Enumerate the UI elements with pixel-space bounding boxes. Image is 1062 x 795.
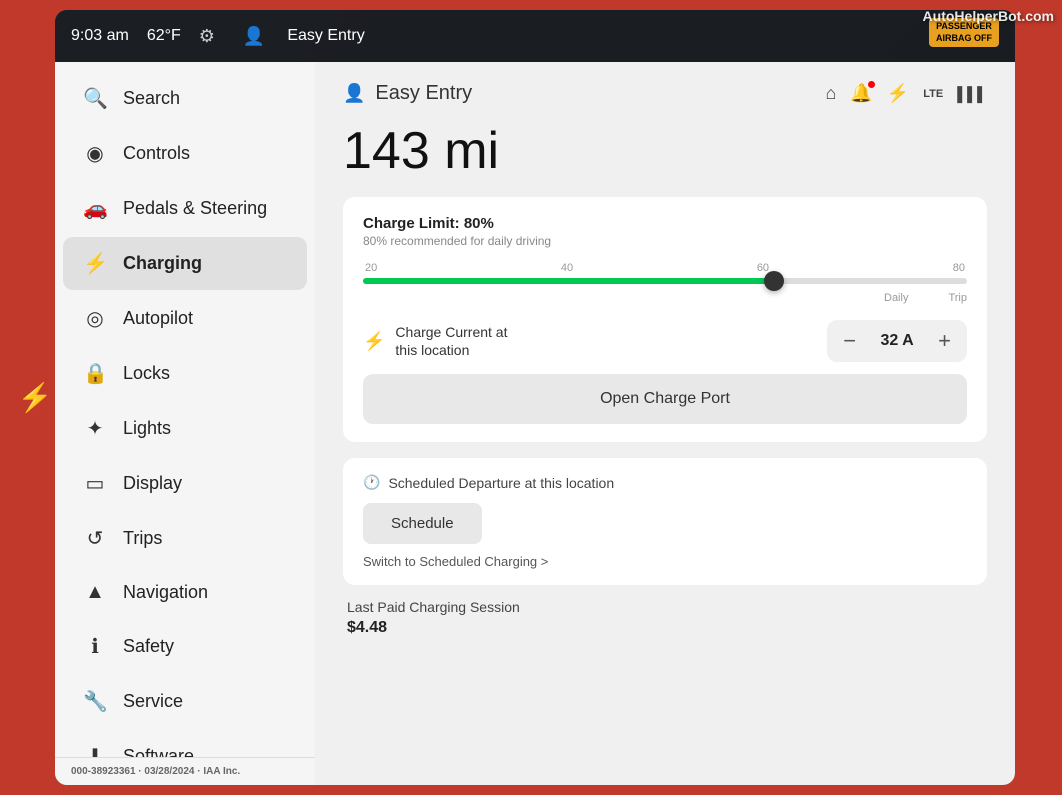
sidebar-label-trips: Trips bbox=[123, 528, 162, 549]
sidebar-label-navigation: Navigation bbox=[123, 582, 208, 603]
open-charge-port-button[interactable]: Open Charge Port bbox=[363, 374, 967, 424]
sidebar-label-safety: Safety bbox=[123, 636, 174, 657]
charge-card: Charge Limit: 80% 80% recommended for da… bbox=[343, 197, 987, 442]
sidebar-item-locks[interactable]: 🔒 Locks bbox=[63, 347, 307, 400]
slider-labels: 20 40 60 80 bbox=[363, 262, 967, 274]
slider-fill bbox=[363, 278, 774, 284]
charge-decrease-button[interactable]: − bbox=[843, 330, 856, 352]
slider-thumb[interactable] bbox=[764, 271, 784, 291]
pedals-icon: 🚗 bbox=[83, 196, 107, 221]
charge-limit-title: Charge Limit: 80% bbox=[363, 215, 967, 232]
person-icon: 👤 bbox=[243, 26, 265, 47]
schedule-button[interactable]: Schedule bbox=[363, 503, 482, 544]
content-panel: 👤 Easy Entry ⌂ 🔔 ⚡ LTE ▌▌▌ 143 mi Charge… bbox=[315, 62, 1015, 785]
last-paid-title: Last Paid Charging Session bbox=[347, 599, 983, 615]
content-header-left: 👤 Easy Entry bbox=[343, 82, 472, 105]
sidebar-label-charging: Charging bbox=[123, 253, 202, 274]
watermark-text: AutoHelperBot.com bbox=[923, 8, 1054, 24]
slider-label-80: 80 bbox=[953, 262, 965, 274]
status-temp: 62°F bbox=[147, 27, 181, 45]
slider-daily-label: Daily bbox=[884, 292, 908, 304]
charging-icon: ⚡ bbox=[83, 251, 107, 276]
charge-current-row: ⚡ Charge Current atthis location − 32 A … bbox=[363, 320, 967, 362]
bluetooth-icon[interactable]: ⚡ bbox=[887, 83, 909, 104]
bottom-bar-text: 000-38923361 · 03/28/2024 · IAA Inc. bbox=[71, 766, 240, 777]
last-paid-section: Last Paid Charging Session $4.48 bbox=[343, 599, 987, 637]
sidebar-label-service: Service bbox=[123, 691, 183, 712]
sidebar-label-pedals: Pedals & Steering bbox=[123, 198, 267, 219]
sidebar-item-search[interactable]: 🔍 Search bbox=[63, 72, 307, 125]
sidebar-label-autopilot: Autopilot bbox=[123, 308, 193, 329]
header-icons: ⌂ 🔔 ⚡ LTE ▌▌▌ bbox=[826, 83, 987, 104]
main-layout: 🔍 Search ◉ Controls 🚗 Pedals & Steering … bbox=[55, 62, 1015, 785]
person-content-icon: 👤 bbox=[343, 83, 365, 104]
notification-icon[interactable]: 🔔 bbox=[850, 83, 872, 104]
sidebar-label-controls: Controls bbox=[123, 143, 190, 164]
charge-current-icon: ⚡ bbox=[363, 331, 385, 352]
bottom-bar: 000-38923361 · 03/28/2024 · IAA Inc. bbox=[55, 757, 315, 785]
charge-current-value: 32 A bbox=[872, 332, 922, 350]
scheduled-title: 🕐 Scheduled Departure at this location bbox=[363, 474, 967, 491]
slider-track bbox=[363, 278, 967, 284]
lights-icon: ✦ bbox=[83, 416, 107, 441]
sidebar-label-lights: Lights bbox=[123, 418, 171, 439]
slider-trip-label: Trip bbox=[948, 292, 967, 304]
sidebar-item-autopilot[interactable]: ◎ Autopilot bbox=[63, 292, 307, 345]
charge-current-control: − 32 A + bbox=[827, 320, 967, 362]
scheduled-title-text: Scheduled Departure at this location bbox=[388, 475, 614, 491]
left-side-indicator: ⚡ bbox=[20, 298, 50, 498]
switch-charging-link[interactable]: Switch to Scheduled Charging > bbox=[363, 554, 967, 569]
sidebar-label-search: Search bbox=[123, 88, 180, 109]
content-title: Easy Entry bbox=[375, 82, 472, 105]
charge-current-left: ⚡ Charge Current atthis location bbox=[363, 323, 507, 359]
range-display: 143 mi bbox=[343, 121, 987, 181]
service-icon: 🔧 bbox=[83, 689, 107, 714]
charge-current-label: Charge Current atthis location bbox=[395, 323, 507, 359]
status-profile: Easy Entry bbox=[287, 27, 364, 45]
slider-bottom-labels: Daily Trip bbox=[363, 292, 967, 304]
autopilot-icon: ◎ bbox=[83, 306, 107, 331]
lightning-side-icon: ⚡ bbox=[18, 381, 53, 414]
charge-slider[interactable] bbox=[363, 278, 967, 284]
safety-icon: ℹ bbox=[83, 634, 107, 659]
sidebar-item-navigation[interactable]: ▲ Navigation bbox=[63, 567, 307, 618]
search-icon: 🔍 bbox=[83, 86, 107, 111]
slider-label-20: 20 bbox=[365, 262, 377, 274]
sidebar-item-display[interactable]: ▭ Display bbox=[63, 457, 307, 510]
scheduled-departure-card: 🕐 Scheduled Departure at this location S… bbox=[343, 458, 987, 585]
screen-frame: 9:03 am 62°F ⚙ 👤 Easy Entry PASSENGERAIR… bbox=[55, 10, 1015, 785]
sidebar-item-controls[interactable]: ◉ Controls bbox=[63, 127, 307, 180]
signal-icon: ▌▌▌ bbox=[957, 86, 987, 102]
sidebar-item-pedals[interactable]: 🚗 Pedals & Steering bbox=[63, 182, 307, 235]
navigation-icon: ▲ bbox=[83, 581, 107, 604]
last-paid-amount: $4.48 bbox=[347, 619, 983, 637]
status-bar: 9:03 am 62°F ⚙ 👤 Easy Entry PASSENGERAIR… bbox=[55, 10, 1015, 62]
charge-limit-sub: 80% recommended for daily driving bbox=[363, 234, 967, 248]
controls-icon: ◉ bbox=[83, 141, 107, 166]
sidebar-item-trips[interactable]: ↺ Trips bbox=[63, 512, 307, 565]
locks-icon: 🔒 bbox=[83, 361, 107, 386]
lte-badge: LTE bbox=[923, 88, 943, 100]
status-time: 9:03 am bbox=[71, 27, 129, 45]
sidebar: 🔍 Search ◉ Controls 🚗 Pedals & Steering … bbox=[55, 62, 315, 785]
content-header: 👤 Easy Entry ⌂ 🔔 ⚡ LTE ▌▌▌ bbox=[343, 82, 987, 105]
sidebar-item-safety[interactable]: ℹ Safety bbox=[63, 620, 307, 673]
home-icon[interactable]: ⌂ bbox=[826, 83, 837, 104]
sidebar-label-locks: Locks bbox=[123, 363, 170, 384]
sidebar-item-service[interactable]: 🔧 Service bbox=[63, 675, 307, 728]
sidebar-item-charging[interactable]: ⚡ Charging bbox=[63, 237, 307, 290]
display-icon: ▭ bbox=[83, 471, 107, 496]
settings-icon[interactable]: ⚙ bbox=[199, 26, 215, 47]
sidebar-label-display: Display bbox=[123, 473, 182, 494]
charge-increase-button[interactable]: + bbox=[938, 330, 951, 352]
trips-icon: ↺ bbox=[83, 526, 107, 551]
clock-icon: 🕐 bbox=[363, 474, 380, 491]
sidebar-item-lights[interactable]: ✦ Lights bbox=[63, 402, 307, 455]
slider-label-40: 40 bbox=[561, 262, 573, 274]
